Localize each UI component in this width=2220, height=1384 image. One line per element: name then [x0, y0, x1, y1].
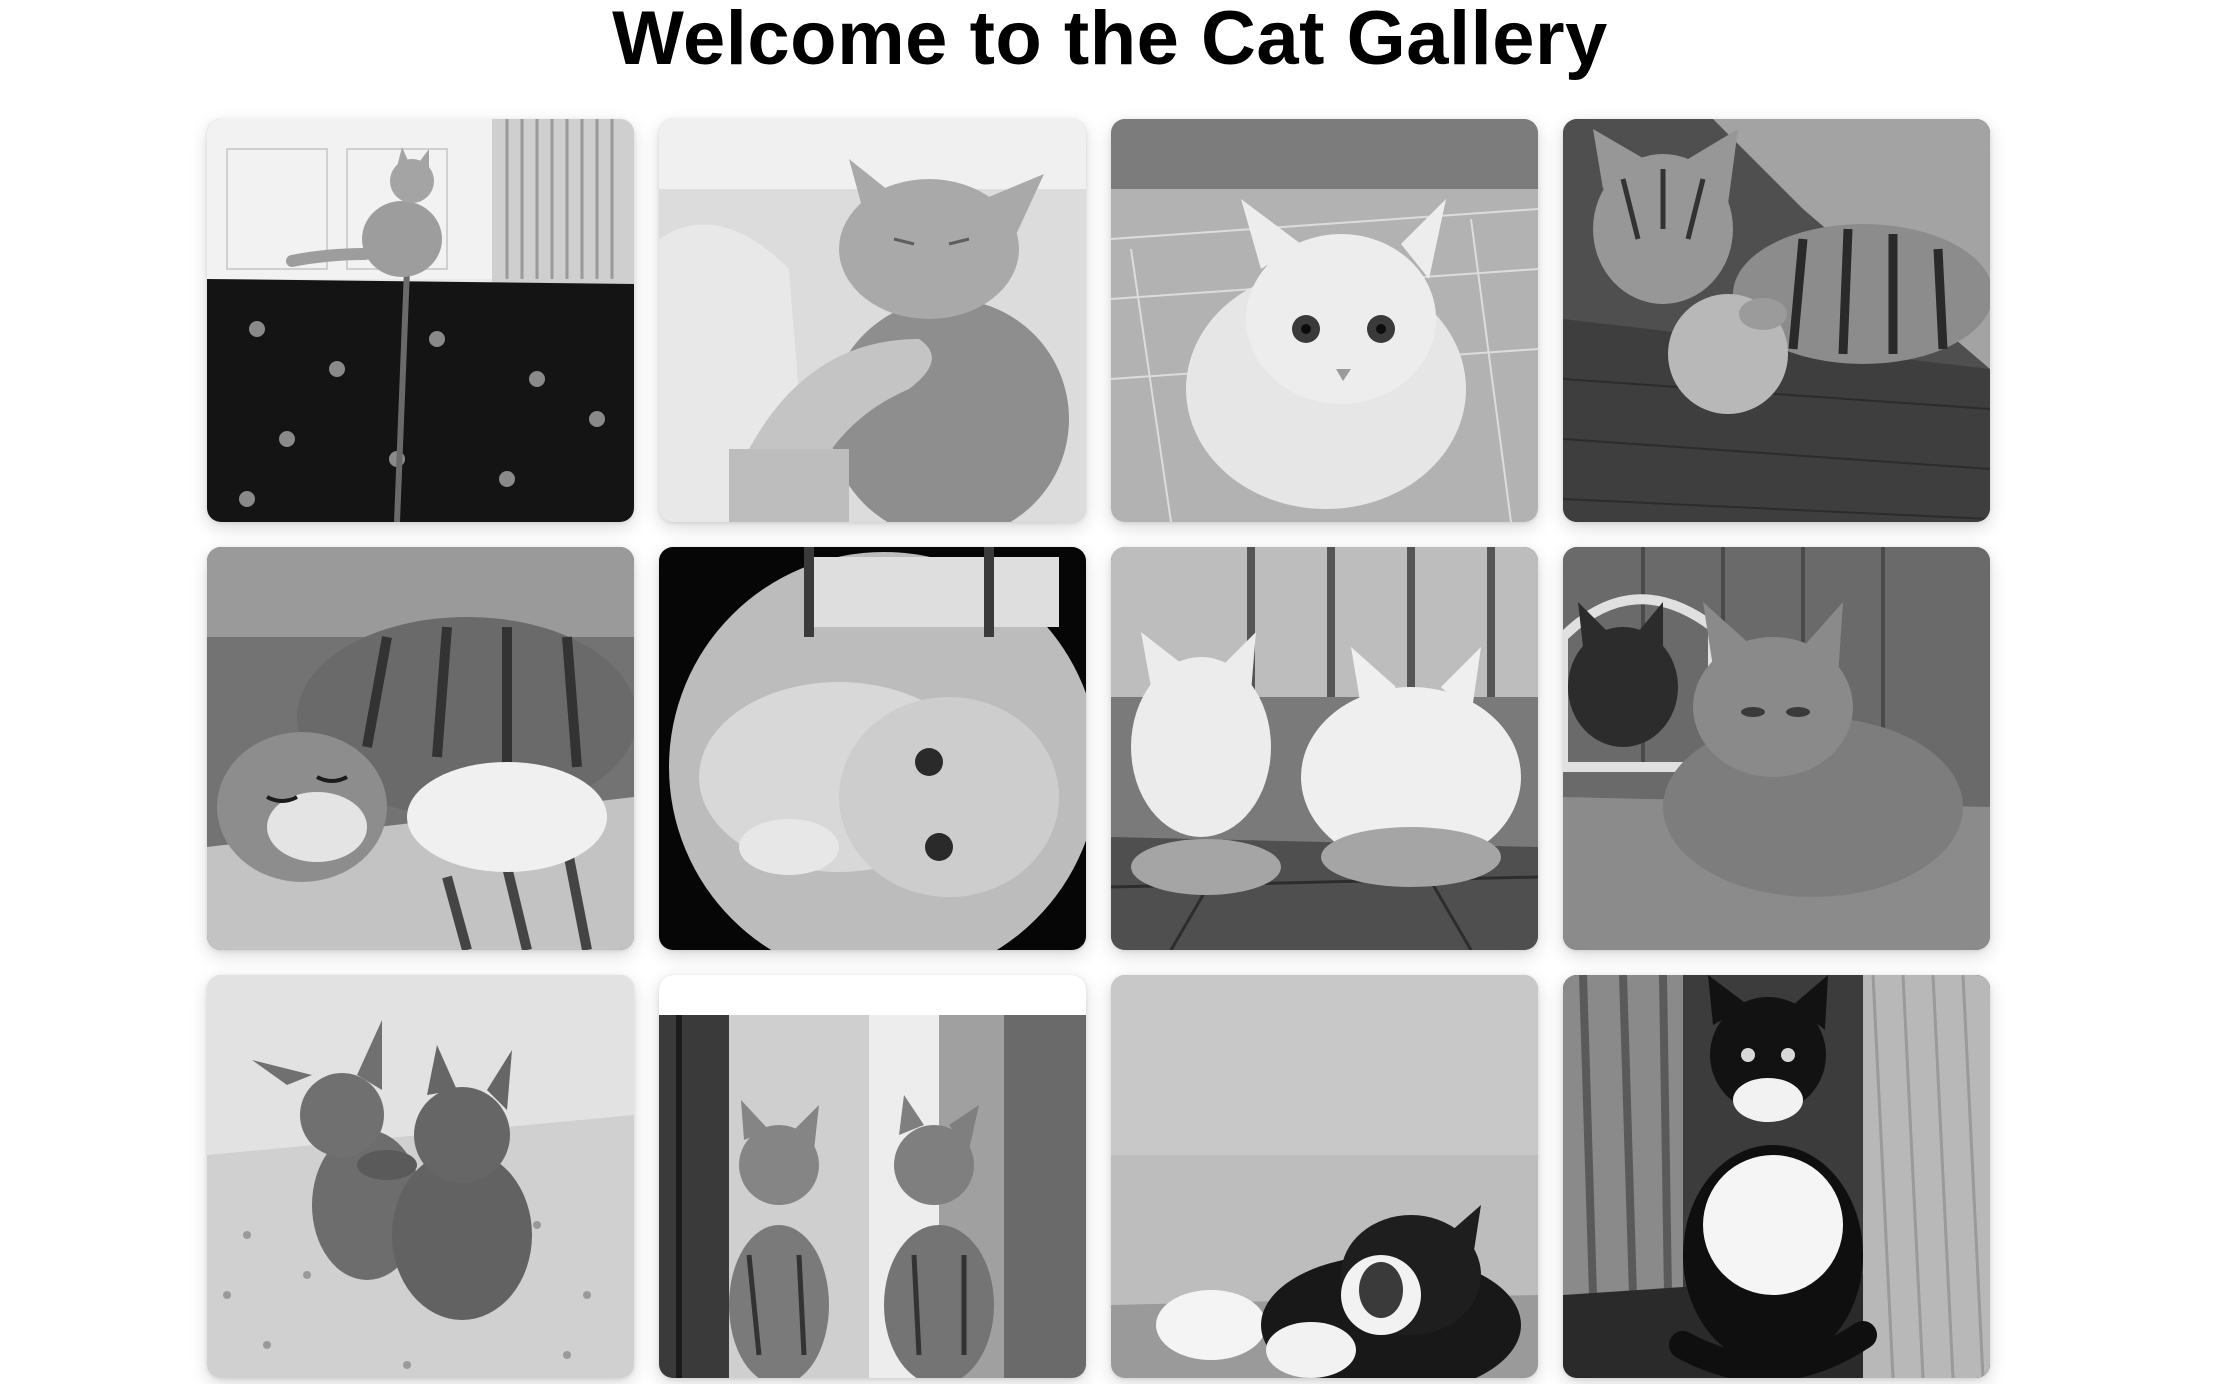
cat-photo — [659, 975, 1086, 1378]
gallery-image[interactable] — [207, 547, 634, 950]
cat-photo — [659, 547, 1086, 950]
gallery-image[interactable] — [1563, 119, 1990, 522]
cat-photo — [1111, 975, 1538, 1378]
cat-photo — [1563, 119, 1990, 522]
cat-photo — [1111, 547, 1538, 950]
gallery-image[interactable] — [1111, 975, 1538, 1378]
gallery-image[interactable] — [1563, 547, 1990, 950]
cat-photo — [207, 547, 634, 950]
gallery-image[interactable] — [659, 119, 1086, 522]
gallery-image[interactable] — [207, 119, 634, 522]
gallery-image[interactable] — [1563, 975, 1990, 1378]
cat-gallery-grid — [207, 119, 1992, 1378]
cat-photo — [659, 119, 1086, 522]
page-title: Welcome to the Cat Gallery — [612, 0, 1608, 81]
gallery-image[interactable] — [1111, 119, 1538, 522]
gallery-image[interactable] — [659, 975, 1086, 1378]
cat-photo — [1111, 119, 1538, 522]
cat-photo — [207, 119, 634, 522]
cat-photo — [1563, 547, 1990, 950]
cat-photo — [1563, 975, 1990, 1378]
gallery-image[interactable] — [659, 547, 1086, 950]
gallery-image[interactable] — [1111, 547, 1538, 950]
cat-photo — [207, 975, 634, 1378]
gallery-image[interactable] — [207, 975, 634, 1378]
